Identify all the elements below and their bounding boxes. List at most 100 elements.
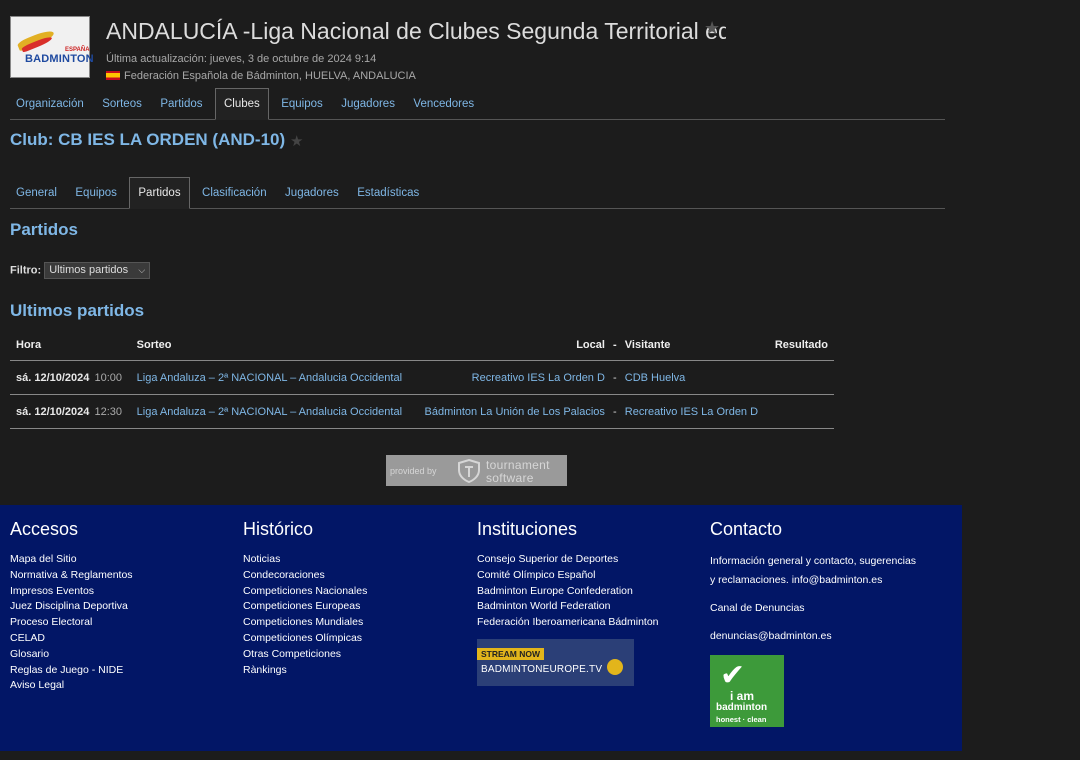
filter-select-value: Ultimos partidos <box>49 264 129 276</box>
badge-line3: honest · clean <box>716 715 767 724</box>
tab-vencedores[interactable]: Vencedores <box>407 89 480 119</box>
filter-select[interactable]: Ultimos partidos ⌵ <box>44 262 151 279</box>
badge-line2: badminton <box>716 702 768 713</box>
table-row: sá. 12/10/2024 12:30 Liga Andaluza – 2ª … <box>10 394 834 429</box>
match-time-cell: sá. 12/10/2024 10:00 <box>10 360 131 395</box>
footer-link[interactable]: Proceso Electoral <box>10 615 230 631</box>
tab-jugadores[interactable]: Jugadores <box>335 89 401 119</box>
col-sorteo: Sorteo <box>130 330 415 361</box>
club-tab-equipos[interactable]: Equipos <box>69 178 123 208</box>
i-am-badminton-badge[interactable]: ✔ i am badminton honest · clean <box>710 655 784 727</box>
match-result <box>767 394 834 429</box>
contact-info-line2[interactable]: y reclamaciones. info@badminton.es <box>710 571 940 590</box>
footer-link[interactable]: Competiciones Mundiales <box>243 615 463 631</box>
tab-equipos[interactable]: Equipos <box>275 89 329 119</box>
footer-link[interactable]: Badminton Europe Confederation <box>477 584 697 600</box>
footer-link[interactable]: Normativa & Reglamentos <box>10 568 230 584</box>
match-visitor-link[interactable]: Recreativo IES La Orden D <box>625 406 758 418</box>
stream-banner[interactable]: STREAM NOW BADMINTONEUROPE.TV <box>477 638 634 686</box>
footer-contacto: Contacto Información general y contacto,… <box>710 519 940 646</box>
footer-link[interactable]: Competiciones Nacionales <box>243 584 463 600</box>
match-draw-link[interactable]: Liga Andaluza – 2ª NACIONAL – Andalucia … <box>137 372 402 384</box>
footer-link[interactable]: Badminton World Federation <box>477 599 697 615</box>
club-favorite-star-icon[interactable]: ★ <box>290 132 303 150</box>
match-time: 12:30 <box>94 405 122 418</box>
footer-link[interactable]: Mapa del Sitio <box>10 552 230 568</box>
federation-text[interactable]: Federación Española de Bádminton, HUELVA… <box>124 70 416 82</box>
match-time: 10:00 <box>94 371 122 384</box>
club-tab-estadisticas[interactable]: Estadísticas <box>351 178 425 208</box>
col-local: Local <box>414 330 611 361</box>
footer-link[interactable]: Competiciones Europeas <box>243 599 463 615</box>
filter-row: Filtro: Ultimos partidos ⌵ <box>10 262 151 279</box>
club-tab-jugadores[interactable]: Jugadores <box>279 178 345 208</box>
match-date: sá. 12/10/2024 <box>16 405 90 418</box>
footer-link[interactable]: Reglas de Juego - NIDE <box>10 663 230 679</box>
match-local-link[interactable]: Bádminton La Unión de Los Palacios <box>425 406 605 418</box>
col-resultado: Resultado <box>767 330 834 361</box>
footer-instituciones: Instituciones Consejo Superior de Deport… <box>477 519 697 686</box>
recent-matches-title: Ultimos partidos <box>10 301 145 320</box>
club-tab-partidos[interactable]: Partidos <box>129 177 190 209</box>
provided-by-text: provided by <box>390 466 437 476</box>
chevron-down-icon: ⌵ <box>138 265 146 275</box>
match-draw-link[interactable]: Liga Andaluza – 2ª NACIONAL – Andalucia … <box>137 406 402 418</box>
provider-line2: software <box>486 471 534 485</box>
match-time-cell: sá. 12/10/2024 12:30 <box>10 394 131 429</box>
checkmark-icon: ✔ <box>720 659 746 692</box>
federation-info: Federación Española de Bádminton, HUELVA… <box>106 70 416 82</box>
col-hora: Hora <box>10 330 131 361</box>
footer-link[interactable]: Rànkings <box>243 663 463 679</box>
club-title: Club: CB IES LA ORDEN (AND-10) <box>10 130 286 149</box>
page-header: ESPAÑA BADMINTON ANDALUCÍA -Liga Naciona… <box>10 16 940 82</box>
match-local-link[interactable]: Recreativo IES La Orden D <box>472 372 605 384</box>
footer-link[interactable]: Aviso Legal <box>10 678 230 694</box>
contact-info-line1: Información general y contacto, sugerenc… <box>710 555 917 567</box>
favorite-star-icon[interactable]: ★ <box>704 18 720 39</box>
spain-flag-icon <box>106 71 120 80</box>
match-visitor-link[interactable]: CDB Huelva <box>625 372 686 384</box>
stream-now-label: STREAM NOW <box>477 647 545 660</box>
footer-instituciones-title: Instituciones <box>477 519 578 539</box>
club-tab-general[interactable]: General <box>10 178 63 208</box>
footer-link[interactable]: Comité Olímpico Español <box>477 568 697 584</box>
footer-link[interactable]: CELAD <box>10 631 230 647</box>
tab-organizacion[interactable]: Organización <box>10 89 90 119</box>
footer-contacto-title: Contacto <box>710 519 783 539</box>
tab-clubes[interactable]: Clubes <box>214 88 269 120</box>
footer-link[interactable]: Otras Competiciones <box>243 647 463 663</box>
denuncias-title: Canal de Denuncias <box>710 602 805 614</box>
footer-historico: Histórico Noticias Condecoraciones Compe… <box>243 519 463 678</box>
tab-sorteos[interactable]: Sorteos <box>96 89 148 119</box>
footer-historico-title: Histórico <box>243 519 314 539</box>
shuttlecock-icon <box>607 658 623 675</box>
footer-link[interactable]: Glosario <box>10 647 230 663</box>
last-updated: Última actualización: jueves, 3 de octub… <box>106 53 377 65</box>
tab-partidos[interactable]: Partidos <box>154 89 208 119</box>
footer-link[interactable]: Condecoraciones <box>243 568 463 584</box>
match-separator: - <box>610 394 619 429</box>
footer-link[interactable]: Noticias <box>243 552 463 568</box>
shield-icon <box>458 459 480 483</box>
col-visitante: Visitante <box>618 330 768 361</box>
badminton-logo[interactable]: ESPAÑA BADMINTON <box>10 16 94 78</box>
footer-link[interactable]: Federación Iberoamericana Bádminton <box>477 615 697 631</box>
site-footer: Accesos Mapa del Sitio Normativa & Regla… <box>0 505 962 751</box>
tournament-software-logo[interactable]: provided by tournament software <box>386 455 567 486</box>
logo-text: BADMINTON <box>25 53 94 65</box>
footer-link[interactable]: Competiciones Olímpicas <box>243 631 463 647</box>
club-tab-clasificacion[interactable]: Clasificación <box>196 178 273 208</box>
main-tabs: Organización Sorteos Partidos Clubes Equ… <box>10 88 945 120</box>
section-title: Partidos <box>10 220 79 239</box>
footer-link[interactable]: Consejo Superior de Deportes <box>477 552 697 568</box>
match-separator: - <box>610 360 619 395</box>
stream-site-label: BADMINTONEUROPE.TV <box>481 663 603 675</box>
table-header-row: Hora Sorteo Local - Visitante Resultado <box>10 330 834 361</box>
matches-table: Hora Sorteo Local - Visitante Resultado … <box>10 330 834 429</box>
footer-link[interactable]: Impresos Eventos <box>10 584 230 600</box>
denuncias-email[interactable]: denuncias@badminton.es <box>710 627 940 646</box>
footer-link[interactable]: Juez Disciplina Deportiva <box>10 599 230 615</box>
footer-accesos: Accesos Mapa del Sitio Normativa & Regla… <box>10 519 230 694</box>
badge-line1: i am <box>730 689 755 703</box>
tournament-title: ANDALUCÍA -Liga Nacional de Clubes Segun… <box>106 18 726 44</box>
